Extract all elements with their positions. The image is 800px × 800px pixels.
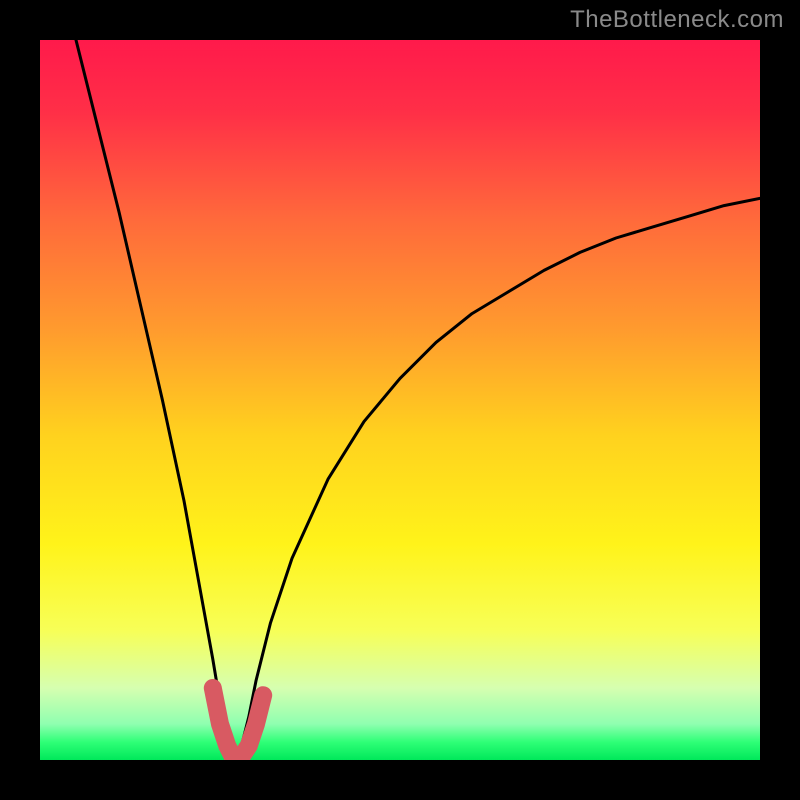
plot-area	[40, 40, 760, 760]
watermark-text: TheBottleneck.com	[570, 6, 784, 34]
chart-frame: TheBottleneck.com	[0, 0, 800, 800]
gradient-background	[40, 40, 760, 760]
chart-svg	[40, 40, 760, 760]
